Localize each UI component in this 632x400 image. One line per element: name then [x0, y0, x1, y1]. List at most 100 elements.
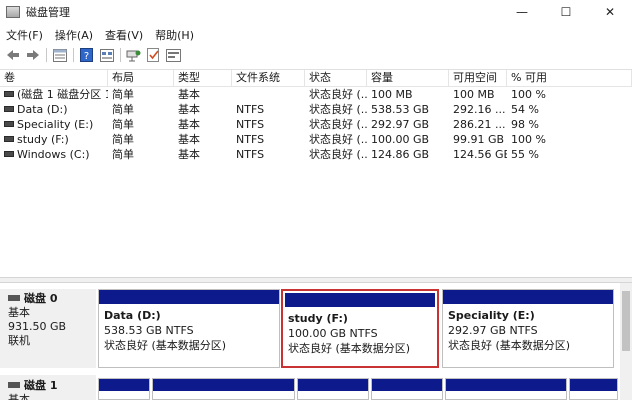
partition-data-d[interactable]: Data (D:) 538.53 GB NTFS 状态良好 (基本数据分区) [98, 289, 280, 368]
disk-status: 联机 [8, 334, 30, 347]
volume-icon [4, 151, 14, 157]
partition-bar [443, 290, 613, 304]
filesystem-cell: NTFS [236, 103, 265, 116]
partition-name: study (F:) [288, 312, 348, 325]
column-header-capacity[interactable]: 容量 [367, 70, 449, 86]
filesystem-cell: NTFS [236, 148, 265, 161]
column-header-type[interactable]: 类型 [174, 70, 232, 86]
partition-bar [153, 379, 294, 391]
status-cell: 状态良好 (... [309, 133, 367, 146]
table-row[interactable]: (磁盘 1 磁盘分区 1) 简单 基本 状态良好 (... 100 MB 100… [0, 87, 632, 102]
partition-speciality-e[interactable]: Speciality (E:) 292.97 GB NTFS 状态良好 (基本数… [442, 289, 614, 368]
status-cell: 状态良好 (... [309, 103, 367, 116]
disk-list-icon[interactable] [51, 47, 68, 64]
toolbar: ? [0, 44, 632, 66]
partition-bar [285, 293, 435, 307]
type-cell: 基本 [178, 148, 200, 161]
column-header-status[interactable]: 状态 [305, 70, 367, 86]
minimize-button[interactable]: — [500, 0, 544, 24]
filesystem-cell: NTFS [236, 118, 265, 131]
table-row[interactable]: study (F:) 简单 基本 NTFS 状态良好 (... 100.00 G… [0, 132, 632, 147]
disk-pane-scrollbar[interactable] [620, 283, 632, 400]
column-header-free-space[interactable]: 可用空间 [449, 70, 507, 86]
disk-1-partition[interactable] [445, 378, 567, 400]
properties-icon[interactable] [98, 47, 115, 64]
title-bar: 磁盘管理 — ☐ ✕ [0, 0, 632, 24]
table-row[interactable]: Windows (C:) 简单 基本 NTFS 状态良好 (... 124.86… [0, 147, 632, 162]
window-title: 磁盘管理 [26, 6, 70, 19]
partition-status: 状态良好 (基本数据分区) [448, 339, 571, 352]
volume-name: study (F:) [17, 133, 69, 146]
connect-icon[interactable] [125, 47, 142, 64]
close-button[interactable]: ✕ [588, 0, 632, 24]
column-header-volume[interactable]: 卷 [0, 70, 108, 86]
menu-view[interactable]: 查看(V) [99, 27, 149, 43]
disk-1-partition[interactable] [371, 378, 443, 400]
partition-study-f[interactable]: study (F:) 100.00 GB NTFS 状态良好 (基本数据分区) [281, 289, 439, 368]
status-cell: 状态良好 (... [309, 118, 367, 131]
partition-bar [99, 379, 149, 391]
help-icon[interactable]: ? [78, 47, 95, 64]
column-header-filesystem[interactable]: 文件系统 [232, 70, 305, 86]
volume-name: Windows (C:) [17, 148, 90, 161]
partition-status: 状态良好 (基本数据分区) [288, 342, 411, 355]
percent-free-cell: 98 % [511, 118, 539, 131]
disk-icon [8, 382, 20, 388]
percent-free-cell: 100 % [511, 88, 546, 101]
column-header-percent-free[interactable]: % 可用 [507, 70, 632, 86]
disk-1-partition[interactable] [98, 378, 150, 400]
disk-0-info[interactable]: 磁盘 0 基本 931.50 GB 联机 [0, 289, 96, 368]
percent-free-cell: 54 % [511, 103, 539, 116]
layout-cell: 简单 [112, 103, 134, 116]
volume-icon [4, 121, 14, 127]
filesystem-cell [232, 87, 305, 102]
menu-bar: 文件(F) 操作(A) 查看(V) 帮助(H) [0, 25, 632, 44]
check-icon[interactable] [145, 47, 162, 64]
disk-1-partition[interactable] [152, 378, 295, 400]
forward-icon[interactable] [24, 47, 41, 64]
volume-icon [4, 136, 14, 142]
table-row[interactable]: Speciality (E:) 简单 基本 NTFS 状态良好 (... 292… [0, 117, 632, 132]
status-cell: 状态良好 (... [309, 148, 367, 161]
volume-name: Speciality (E:) [17, 118, 94, 131]
maximize-button[interactable]: ☐ [544, 0, 588, 24]
layout-cell: 简单 [112, 148, 134, 161]
settings-icon[interactable] [165, 47, 182, 64]
layout-cell: 简单 [112, 133, 134, 146]
pane-splitter[interactable] [0, 277, 632, 283]
partition-size: 538.53 GB NTFS [104, 324, 194, 337]
menu-action[interactable]: 操作(A) [49, 27, 99, 43]
back-icon[interactable] [4, 47, 21, 64]
scrollbar-thumb[interactable] [622, 291, 630, 351]
layout-cell: 简单 [112, 88, 134, 101]
type-cell: 基本 [178, 88, 200, 101]
filesystem-cell: NTFS [236, 133, 265, 146]
disk-1-info[interactable]: 磁盘 1 基本 [0, 375, 96, 400]
partition-name: Speciality (E:) [448, 309, 535, 322]
column-header-layout[interactable]: 布局 [108, 70, 174, 86]
disk-1-partition[interactable] [569, 378, 618, 400]
disk-management-icon [6, 6, 20, 18]
disk-type: 基本 [8, 393, 30, 400]
type-cell: 基本 [178, 118, 200, 131]
disk-icon [8, 295, 20, 301]
svg-text:?: ? [84, 51, 89, 62]
table-row[interactable]: Data (D:) 简单 基本 NTFS 状态良好 (... 538.53 GB… [0, 102, 632, 117]
partition-bar [372, 379, 442, 391]
menu-help[interactable]: 帮助(H) [149, 27, 200, 43]
free-space-cell: 100 MB [453, 88, 495, 101]
layout-cell: 简单 [112, 118, 134, 131]
disk-type: 基本 [8, 306, 30, 319]
capacity-cell: 100 MB [371, 88, 413, 101]
disk-size: 931.50 GB [8, 320, 67, 333]
menu-file[interactable]: 文件(F) [0, 27, 49, 43]
disk-1-partition[interactable] [297, 378, 369, 400]
type-cell: 基本 [178, 133, 200, 146]
volume-name: (磁盘 1 磁盘分区 1) [17, 88, 108, 101]
toolbar-separator [46, 48, 47, 62]
table-header: 卷 布局 类型 文件系统 状态 容量 可用空间 % 可用 [0, 70, 632, 87]
percent-free-cell: 100 % [511, 133, 546, 146]
capacity-cell: 100.00 GB [371, 133, 430, 146]
free-space-cell: 292.16 ... [453, 103, 506, 116]
window-controls: — ☐ ✕ [500, 0, 632, 24]
